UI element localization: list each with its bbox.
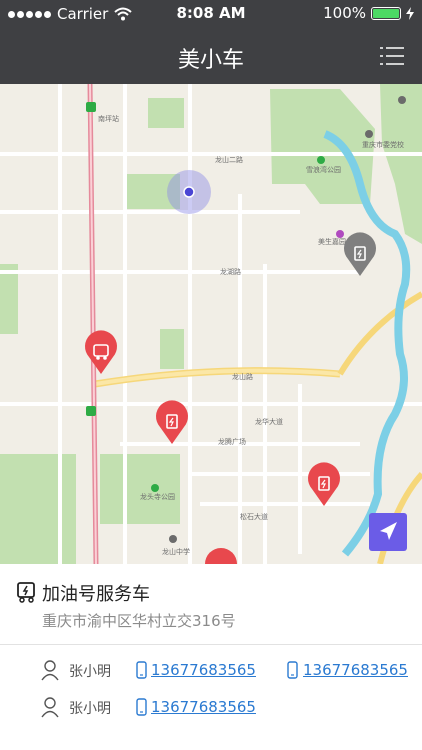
map-label: 龙头寺公园 [140, 492, 175, 501]
person-icon [41, 697, 59, 718]
poi-icon [365, 130, 373, 138]
map-label: 龙山二路 [215, 155, 243, 164]
phone-icon [136, 698, 147, 716]
status-bar: Carrier 8:08 AM 100% [0, 0, 422, 28]
poi-icon [317, 156, 325, 164]
person-icon [41, 660, 59, 681]
contact-row: 张小明 13677683565 [0, 695, 422, 721]
map-view[interactable]: 南坪站 雪浪湾公园 龙山路 龙头寺公园 龙山中学 龙湖路 龙山二路 龙腾广场 龙… [0, 84, 422, 564]
map-label: 松石大道 [240, 512, 268, 521]
poi-icon [336, 230, 344, 238]
service-truck-icon [17, 582, 35, 603]
map-label: 南坪站 [98, 114, 119, 123]
nav-bar: 美小车 [0, 28, 422, 84]
poi-icon [151, 484, 159, 492]
map-label: 龙山中学 [162, 547, 190, 556]
park-area [0, 454, 76, 564]
battery-icon [371, 6, 401, 20]
charging-icon [406, 6, 414, 20]
page-title: 美小车 [177, 48, 244, 73]
phone-icon [287, 661, 298, 679]
divider [0, 644, 422, 645]
map-label: 龙湖路 [220, 267, 241, 276]
service-name: 加油号服务车 [42, 584, 150, 605]
service-address: 重庆市渝中区华村立交316号 [42, 612, 236, 630]
map-label: 雪浪湾公园 [306, 165, 341, 174]
poi-icon [169, 535, 177, 543]
navigation-arrow-icon [380, 522, 397, 540]
metro-icon [86, 102, 96, 112]
status-right: 100% [323, 4, 414, 22]
map-canvas[interactable]: 南坪站 雪浪湾公园 龙山路 龙头寺公园 龙山中学 龙湖路 龙山二路 龙腾广场 龙… [0, 84, 422, 564]
service-info-panel: 加油号服务车 重庆市渝中区华村立交316号 张小明 13677683565 13… [0, 564, 422, 750]
map-label: 美生嘉园 [318, 237, 346, 246]
contact-phone-link[interactable]: 13677683565 [303, 661, 408, 679]
park-area [148, 98, 184, 128]
park-area [0, 264, 18, 334]
contact-name: 张小明 [69, 664, 111, 680]
park-area [160, 329, 184, 369]
map-label: 龙山路 [232, 372, 253, 381]
contact-name: 张小明 [69, 701, 111, 717]
park-area [100, 454, 180, 524]
locate-button[interactable] [369, 513, 407, 551]
contact-phone-link[interactable]: 13677683565 [151, 698, 256, 716]
current-location-icon[interactable] [183, 186, 195, 198]
metro-icon [86, 406, 96, 416]
battery-percent: 100% [323, 4, 366, 22]
poi-icon [398, 96, 406, 104]
contact-phone-link[interactable]: 13677683565 [151, 661, 256, 679]
map-label: 龙华大道 [255, 417, 283, 426]
list-menu-icon[interactable] [380, 46, 404, 66]
contact-row: 张小明 13677683565 13677683565 [0, 658, 422, 684]
phone-icon [136, 661, 147, 679]
map-label: 重庆市委党校 [362, 140, 404, 149]
map-label: 龙腾广场 [218, 437, 246, 446]
